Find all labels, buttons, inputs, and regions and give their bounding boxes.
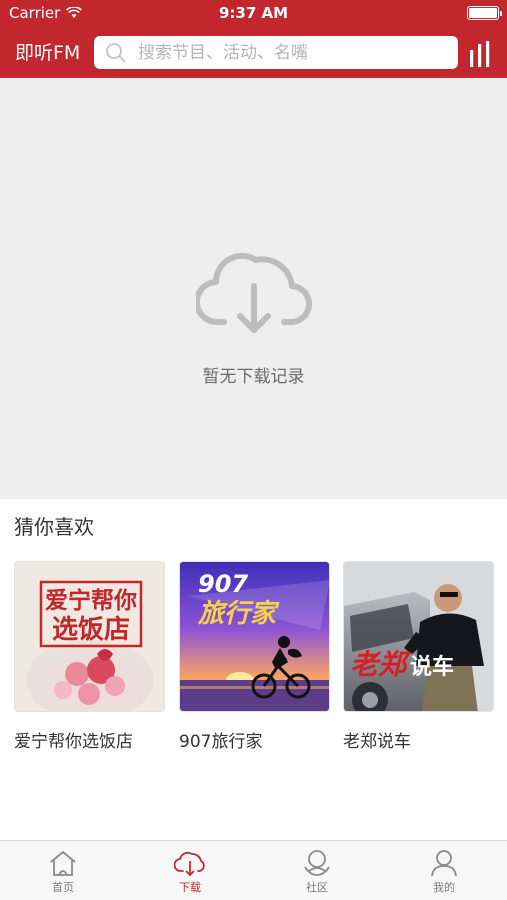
cover-title-1: 爱宁帮你 — [45, 587, 137, 614]
nav-bar: 即听FM — [0, 28, 507, 76]
status-time: 9:37 AM — [218, 4, 289, 22]
recommend-card[interactable]: 爱宁帮你 选饭店 爱宁帮你选饭店 — [14, 561, 165, 752]
cloud-download-icon — [196, 252, 312, 333]
tab-label: 我的 — [433, 881, 455, 894]
user-icon — [431, 850, 457, 877]
card-title[interactable]: 老郑说车 — [343, 727, 494, 752]
app-brand: 即听FM — [15, 42, 81, 64]
search-box[interactable] — [94, 36, 458, 69]
tab-mine[interactable]: 我的 — [381, 845, 507, 900]
search-input[interactable] — [138, 42, 438, 63]
community-icon — [304, 850, 330, 876]
playing-bars-icon[interactable] — [469, 41, 491, 67]
cover-title-white: 说车 — [410, 654, 454, 680]
recommend-card[interactable]: 老郑 说车 老郑说车 — [343, 561, 494, 752]
app-screen: Carrier 9:37 AM 即听FM 搜索节目、活动、名嘴 暂无下载记录 猜… — [0, 0, 507, 900]
card-title[interactable]: 爱宁帮你选饭店 — [14, 727, 165, 752]
tab-label: 首页 — [52, 881, 74, 894]
cover-title-2: 选饭店 — [52, 615, 130, 645]
recommend-card[interactable]: 907 旅行家 907旅行家 — [179, 561, 330, 752]
download-empty-area: 暂无下载记录 — [0, 78, 507, 499]
status-bar: Carrier 9:37 AM — [0, 0, 507, 26]
tab-bar: 首页 下载 社区 我的 — [0, 840, 507, 900]
cover-image[interactable]: 老郑 说车 — [343, 561, 494, 712]
tab-download[interactable]: 下载 — [127, 845, 253, 900]
cover-image[interactable]: 爱宁帮你 选饭店 — [14, 561, 165, 712]
cover-number: 907 — [198, 570, 248, 598]
search-icon — [106, 42, 126, 63]
tab-community[interactable]: 社区 — [254, 845, 380, 900]
battery-icon — [467, 6, 502, 20]
cover-image[interactable]: 907 旅行家 — [179, 561, 330, 712]
cloud-download-icon — [174, 851, 205, 877]
tab-label: 社区 — [306, 881, 328, 894]
tab-label: 下载 — [179, 881, 201, 894]
card-title[interactable]: 907旅行家 — [179, 727, 330, 752]
home-icon — [50, 851, 76, 876]
empty-state-text: 暂无下载记录 — [202, 367, 305, 387]
recommend-list: 爱宁帮你 选饭店 爱宁帮你选饭店 907 旅行家 907旅行家 老郑 说车 老郑… — [14, 561, 494, 761]
tab-home[interactable]: 首页 — [0, 845, 126, 900]
cover-subtitle: 旅行家 — [197, 599, 280, 629]
header: Carrier 9:37 AM 即听FM — [0, 0, 507, 78]
cover-title-red: 老郑 — [350, 648, 412, 681]
recommend-title: 猜你喜欢 — [14, 515, 94, 539]
